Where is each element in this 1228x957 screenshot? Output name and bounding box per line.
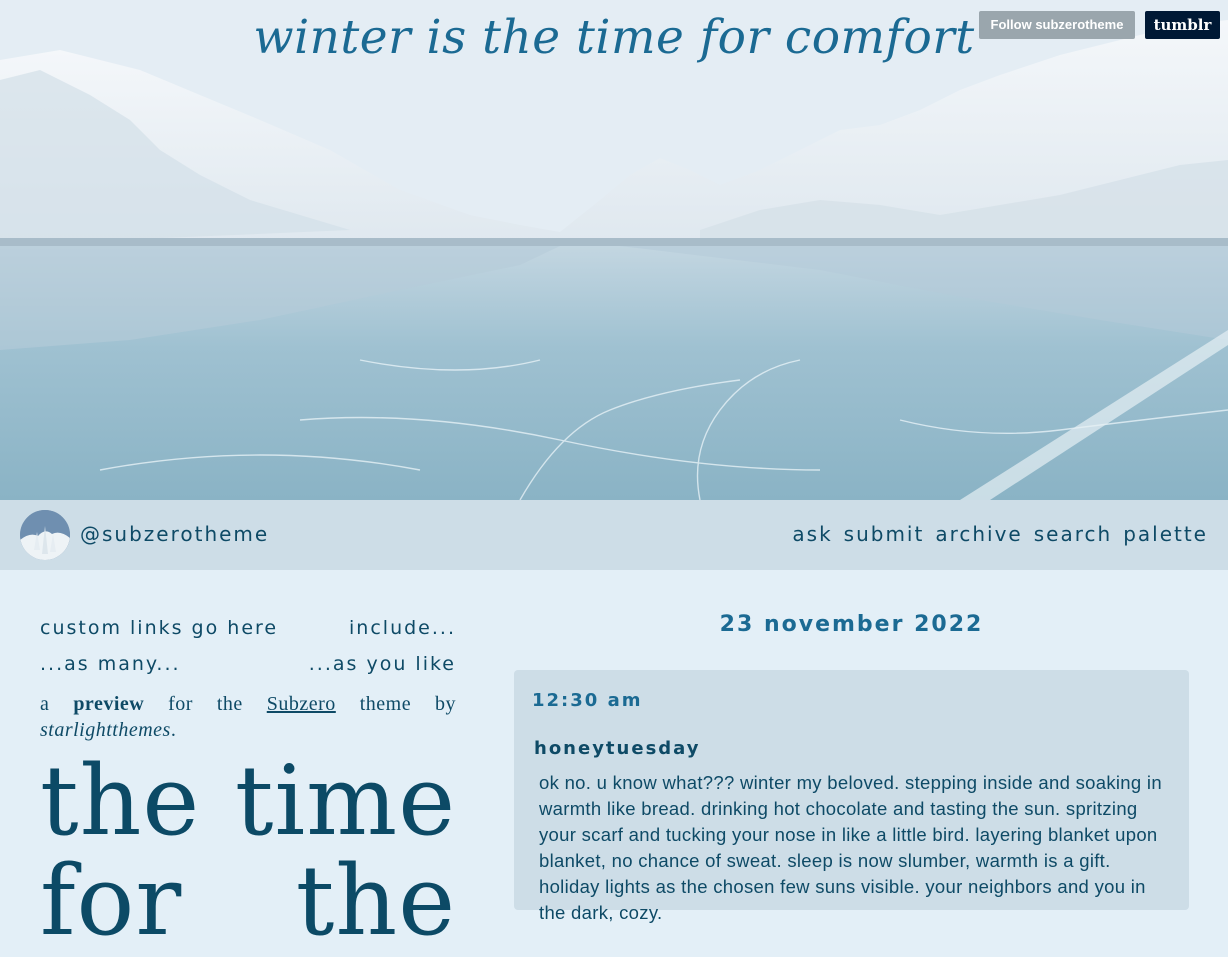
post-body: ok no. u know what??? winter my beloved.… <box>539 772 1162 923</box>
custom-link[interactable]: ...as many... <box>40 653 181 689</box>
theme-link[interactable]: Subzero <box>267 693 336 715</box>
frozen-lake-illustration <box>0 0 1228 500</box>
custom-links-row: custom links go here include... <box>40 617 456 653</box>
desc-text: theme by <box>359 693 457 715</box>
desc-prefix: a <box>40 693 50 715</box>
post-card: 12:30 am honeytuesday ok no. u know what… <box>514 670 1189 923</box>
sidebar-quote: the time for the <box>40 745 456 957</box>
post-author-link[interactable]: honeytuesday <box>534 738 701 759</box>
desc-bold: preview <box>73 693 145 715</box>
post-date: 23 november 2022 <box>719 612 984 637</box>
nav-search-link[interactable]: search <box>1034 522 1112 546</box>
custom-link[interactable]: custom links go here <box>40 617 278 653</box>
avatar[interactable] <box>20 510 70 560</box>
tumblr-logo-button[interactable]: tumblr <box>1145 11 1220 39</box>
nav-archive-link[interactable]: archive <box>935 522 1022 546</box>
desc-text: for the <box>168 693 243 715</box>
nav-palette-link[interactable]: palette <box>1123 522 1208 546</box>
sidebar-description: a preview for the Subzero theme by starl… <box>40 691 456 743</box>
header-image: winter is the time for comfort Follow su… <box>0 0 1228 500</box>
nav-submit-link[interactable]: submit <box>844 522 925 546</box>
theme-author: starlightthemes <box>40 719 171 741</box>
follow-button[interactable]: Follow subzerotheme <box>979 11 1135 39</box>
username-link[interactable]: @subzerotheme <box>80 522 269 546</box>
custom-link[interactable]: include... <box>349 617 456 653</box>
snowy-tree-icon <box>20 510 70 560</box>
custom-links-row: ...as many... ...as you like <box>40 653 456 689</box>
post-timestamp-link[interactable]: 12:30 am <box>532 690 642 711</box>
sidebar: custom links go here include... ...as ma… <box>40 570 456 951</box>
nav-ask-link[interactable]: ask <box>792 522 832 546</box>
custom-link[interactable]: ...as you like <box>309 653 456 689</box>
top-nav-bar: @subzerotheme ask submit archive search … <box>0 500 1228 570</box>
nav-links: ask submit archive search palette <box>792 522 1208 546</box>
desc-suffix: . <box>170 719 177 741</box>
